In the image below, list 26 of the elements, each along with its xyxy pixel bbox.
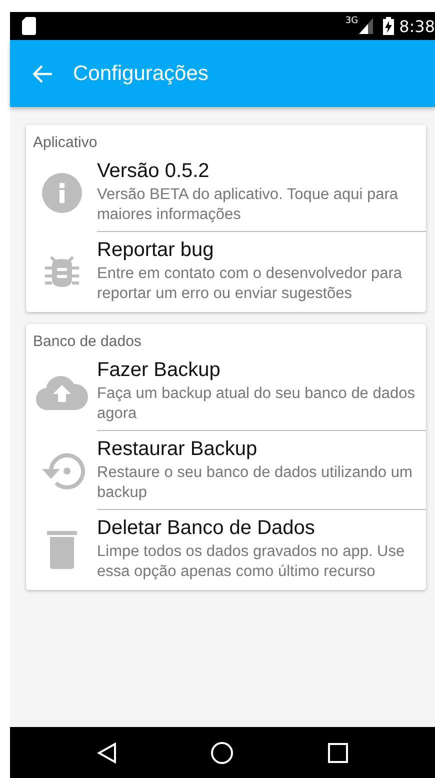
- setting-description: Restaure o seu banco de dados utilizando um backup: [97, 463, 414, 503]
- setting-description: Versão BETA do aplicativo. Toque aqui para maiores informações: [97, 185, 400, 225]
- setting-description: Faça um backup atual do seu banco de dados agora: [97, 384, 416, 424]
- clock: 8:38: [399, 16, 435, 36]
- cloud-upload-icon: [36, 374, 88, 410]
- info-icon: [42, 172, 82, 212]
- sd-card-icon: [22, 17, 36, 35]
- setting-description: Entre em contato com o desenvolvedor para reportar um erro ou enviar sugestões: [97, 264, 404, 304]
- setting-title[interactable]: Reportar bug: [97, 236, 426, 264]
- setting-title[interactable]: Versão 0.5.2: [97, 157, 426, 185]
- back-arrow-icon[interactable]: [33, 64, 53, 82]
- trash-icon: [46, 529, 76, 569]
- setting-title[interactable]: Restaurar Backup: [97, 435, 426, 463]
- recents-icon[interactable]: [328, 742, 348, 762]
- home-icon[interactable]: [211, 742, 234, 764]
- network-type: 3G: [345, 16, 358, 26]
- back-icon[interactable]: [97, 742, 118, 764]
- signal-icon: [359, 18, 374, 34]
- bug-icon: [44, 253, 78, 289]
- section-header: Banco de dados: [32, 332, 142, 352]
- screen-title: Configurações: [73, 62, 208, 86]
- setting-title[interactable]: Deletar Banco de Dados: [97, 514, 426, 542]
- setting-title[interactable]: Fazer Backup: [97, 356, 426, 384]
- battery-icon: [383, 17, 394, 35]
- setting-description: Limpe todos os dados gravados no app. Use essa opção apenas como último recurso: [97, 542, 406, 582]
- section-header: Aplicativo: [32, 133, 98, 153]
